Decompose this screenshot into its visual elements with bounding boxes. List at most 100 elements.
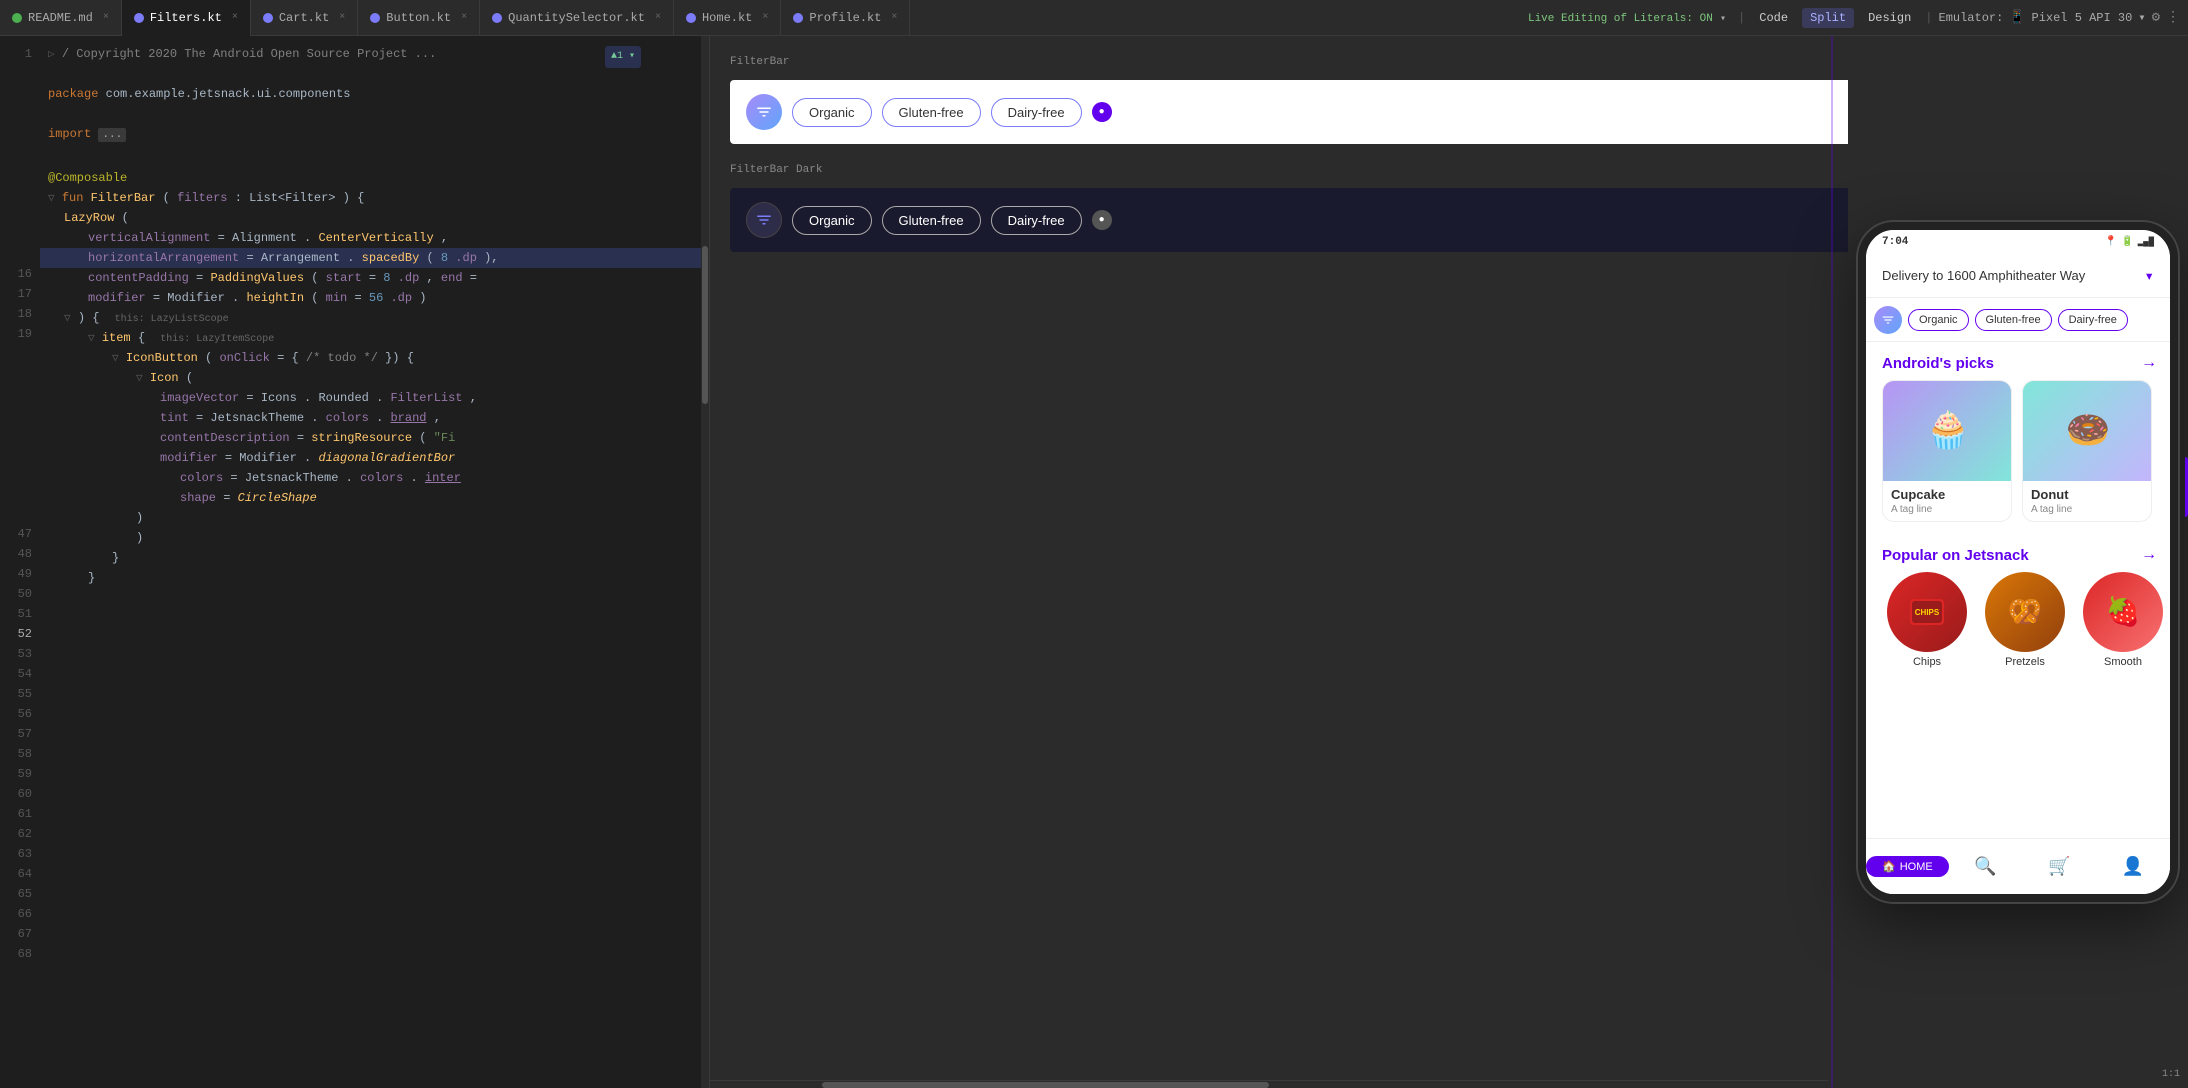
eq57: = {: [277, 351, 306, 365]
chip-dairyfree-light[interactable]: Dairy-free: [991, 98, 1082, 127]
close-filters-icon[interactable]: ×: [232, 12, 238, 23]
line-50: 50: [0, 584, 40, 604]
chip-organic-light[interactable]: Organic: [792, 98, 872, 127]
kw-fun: fun: [62, 191, 91, 205]
line-55: 55: [0, 684, 40, 704]
chip-glutenfree-dark[interactable]: Gluten-free: [882, 206, 981, 235]
card-donut[interactable]: 🍩 Donut A tag line: [2022, 380, 2152, 522]
nav-cart[interactable]: 🛒: [2022, 856, 2096, 865]
close52: ),: [484, 251, 498, 265]
phone-status-bar: 7:04 📍 🔋 ▂▄█: [1866, 230, 2170, 254]
more-chip-indicator: ●: [1092, 102, 1112, 122]
live-edit-toggle[interactable]: ▾: [1720, 14, 1726, 25]
separator: |: [1738, 11, 1745, 25]
param-contentdesc: contentDescription: [160, 431, 290, 445]
code-line-67: }: [40, 548, 701, 568]
close68: }: [88, 571, 95, 585]
nav-search[interactable]: 🔍: [1949, 856, 2023, 865]
comma53: ,: [427, 271, 441, 285]
line-16: 16: [0, 264, 40, 284]
nav-home[interactable]: 🏠 HOME: [1866, 856, 1949, 864]
tab-home[interactable]: Home.kt ×: [674, 0, 781, 36]
num-8: 8: [441, 251, 448, 265]
comma59: ,: [470, 391, 477, 405]
fold-49: ▽: [48, 193, 55, 205]
nav-profile[interactable]: 👤: [2096, 856, 2170, 865]
delivery-chevron-icon[interactable]: ▾: [2144, 266, 2154, 286]
popular-smoothie[interactable]: 🍓 Smooth: [2078, 572, 2168, 668]
tab-readme[interactable]: README.md ×: [0, 0, 122, 36]
tab-filters[interactable]: Filters.kt ×: [122, 0, 251, 36]
dot63: .: [346, 471, 353, 485]
cart-nav-icon: 🛒: [2048, 856, 2070, 865]
phone-chip-dairyfree[interactable]: Dairy-free: [2058, 309, 2128, 331]
phone-chip-glutenfree[interactable]: Gluten-free: [1975, 309, 2052, 331]
h-scrollbar[interactable]: [710, 1080, 1828, 1088]
code-line-49: ▽ fun FilterBar ( filters : List<Filter>…: [40, 188, 701, 208]
code-line-68: }: [40, 568, 701, 588]
close-button-icon[interactable]: ×: [461, 12, 467, 23]
param-horizontal: horizontalArrangement: [88, 251, 239, 265]
popular-pretzels[interactable]: 🥨 Pretzels: [1980, 572, 2070, 668]
tab-quantity[interactable]: QuantitySelector.kt ×: [480, 0, 674, 36]
close-cart-icon[interactable]: ×: [339, 12, 345, 23]
tab-cart-label: Cart.kt: [279, 11, 329, 25]
dot63b: .: [410, 471, 417, 485]
card-cupcake[interactable]: 🧁 Cupcake A tag line: [1882, 380, 2012, 522]
androids-picks-arrow[interactable]: →: [2144, 354, 2154, 372]
import-ellipsis: ...: [98, 128, 126, 142]
dp52: .dp: [455, 251, 477, 265]
close-profile-icon[interactable]: ×: [891, 12, 897, 23]
kt-file-icon: [134, 13, 144, 23]
dot62: .: [304, 451, 311, 465]
live-edit-button[interactable]: Live Editing of Literals: ON ▾: [1522, 9, 1732, 27]
tab-profile[interactable]: Profile.kt ×: [781, 0, 910, 36]
code-line-59: imageVector = Icons . Rounded . FilterLi…: [40, 388, 701, 408]
popular-arrow[interactable]: →: [2144, 546, 2154, 564]
more-icon[interactable]: ⋮: [2166, 9, 2180, 26]
chip-organic-dark[interactable]: Organic: [792, 206, 872, 235]
code-scrollbar[interactable]: [701, 36, 709, 1088]
profile-nav-icon: 👤: [2122, 856, 2144, 865]
close-readme-icon[interactable]: ×: [103, 12, 109, 23]
more-chip-dark: ●: [1092, 210, 1112, 230]
tab-button[interactable]: Button.kt ×: [358, 0, 480, 36]
close65: ): [136, 511, 143, 525]
type-list: List<Filter>: [249, 191, 335, 205]
scrollbar-thumb: [702, 246, 708, 404]
delivery-bar[interactable]: Delivery to 1600 Amphitheater Way ▾: [1866, 254, 2170, 298]
code-content-area[interactable]: ▷ / Copyright 2020 The Android Open Sour…: [40, 36, 701, 1088]
split-button[interactable]: Split: [1802, 8, 1854, 28]
phone-scroll-area[interactable]: Android's picks → 🧁 Cupcake A tag line: [1866, 342, 2170, 864]
settings-icon[interactable]: ⚙: [2152, 9, 2160, 26]
picks-cards-row: 🧁 Cupcake A tag line 🍩 Donut A tag line: [1866, 380, 2170, 534]
phone-filter-icon[interactable]: [1874, 306, 1902, 334]
line-67: 67: [0, 924, 40, 944]
donut-tag: A tag line: [2023, 504, 2151, 521]
phone-content: Delivery to 1600 Amphitheater Way ▾ Orga…: [1866, 254, 2170, 864]
tab-cart[interactable]: Cart.kt ×: [251, 0, 358, 36]
nav-home-btn[interactable]: 🏠 HOME: [1866, 856, 1949, 864]
code-line-47: [40, 148, 701, 168]
kt-file-icon-3: [370, 13, 380, 23]
phone-chip-organic[interactable]: Organic: [1908, 309, 1969, 331]
close-home-icon[interactable]: ×: [762, 12, 768, 23]
chip-glutenfree-light[interactable]: Gluten-free: [882, 98, 981, 127]
emulator-info: Emulator: 📱 Pixel 5 API 30 ▾: [1939, 10, 2146, 25]
code-button[interactable]: Code: [1751, 8, 1796, 28]
code-line-64: shape = CircleShape: [40, 488, 701, 508]
kw-package: package: [48, 87, 98, 101]
design-button[interactable]: Design: [1860, 8, 1919, 28]
close-quantity-icon[interactable]: ×: [655, 12, 661, 23]
params-start: (: [163, 191, 170, 205]
cls-rounded: Rounded: [318, 391, 368, 405]
code-line-blank2: [40, 104, 701, 124]
chip-dairyfree-dark[interactable]: Dairy-free: [991, 206, 1082, 235]
fn-paddingvalues: PaddingValues: [210, 271, 304, 285]
tab-readme-label: README.md: [28, 11, 93, 25]
line-62: 62: [0, 824, 40, 844]
popular-chips[interactable]: CHIPS Chips: [1882, 572, 1972, 668]
icon-paren: (: [186, 371, 193, 385]
code-line-65: ): [40, 508, 701, 528]
eq53b: =: [369, 271, 383, 285]
